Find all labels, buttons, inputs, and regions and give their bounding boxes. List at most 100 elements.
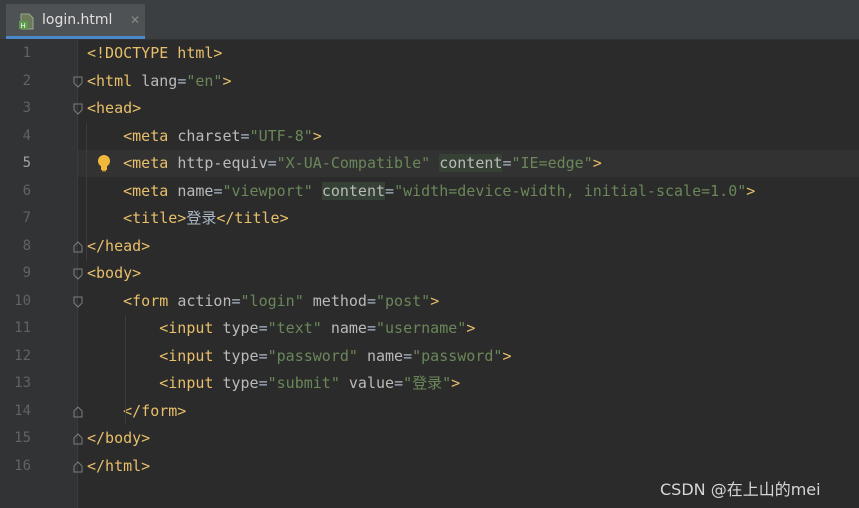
code-token: >	[466, 319, 476, 337]
code-line[interactable]: <input type="submit" value="登录">	[87, 370, 460, 397]
code-token: <meta	[123, 182, 178, 200]
indent-guide	[125, 315, 126, 425]
fold-marker-icon[interactable]	[73, 433, 83, 445]
code-token: lang	[141, 72, 178, 90]
intention-bulb-icon[interactable]	[96, 154, 112, 172]
code-token: type	[222, 374, 259, 392]
code-line[interactable]: <head>	[87, 95, 141, 122]
code-line[interactable]: </head>	[87, 233, 150, 260]
code-token: method	[312, 292, 367, 310]
line-number: 10	[14, 293, 31, 309]
fold-marker-icon[interactable]	[73, 76, 83, 88]
code-token: "text"	[267, 319, 322, 337]
code-line[interactable]: <meta name="viewport" content="width=dev…	[87, 178, 755, 205]
code-token: <meta	[123, 127, 178, 145]
code-token: =	[258, 347, 268, 365]
code-token: </html>	[87, 457, 151, 475]
code-token: <input	[159, 347, 223, 365]
code-token: "viewport"	[222, 182, 313, 200]
code-token: >	[312, 127, 322, 145]
code-token: value	[348, 374, 395, 392]
line-number: 8	[22, 238, 31, 254]
code-line[interactable]: </body>	[87, 425, 150, 452]
code-token: >	[430, 292, 440, 310]
fold-marker-icon[interactable]	[73, 406, 83, 418]
code-token: =	[258, 319, 268, 337]
code-token: >	[592, 154, 602, 172]
line-number: 13	[14, 375, 31, 391]
close-icon[interactable]: ✕	[130, 13, 140, 27]
code-token: "username"	[376, 319, 467, 337]
indent-guide	[86, 123, 87, 261]
code-line[interactable]: <meta http-equiv="X-UA-Compatible" conte…	[87, 150, 602, 177]
code-token: "password"	[412, 347, 503, 365]
code-token: charset	[177, 127, 241, 145]
code-token: "submit"	[267, 374, 340, 392]
code-token: =	[385, 182, 395, 200]
code-token: "IE=edge"	[511, 154, 593, 172]
code-token: =	[240, 127, 250, 145]
code-line[interactable]: <input type="password" name="password">	[87, 343, 511, 370]
code-line[interactable]: <html lang="en">	[87, 68, 232, 95]
fold-marker-icon[interactable]	[73, 103, 83, 115]
code-token: =	[403, 347, 413, 365]
code-line[interactable]: <!DOCTYPE html>	[87, 40, 222, 67]
code-token: "login"	[240, 292, 304, 310]
fold-marker-icon[interactable]	[73, 296, 83, 308]
line-number: 5	[22, 155, 31, 171]
tab-login-html[interactable]: H login.html ✕	[6, 4, 145, 39]
line-number: 9	[22, 265, 31, 281]
code-token: </head>	[87, 237, 151, 255]
code-line[interactable]: <form action="login" method="post">	[87, 288, 439, 315]
line-number: 1	[22, 45, 31, 61]
line-number: 6	[22, 183, 31, 199]
code-token: "password"	[267, 347, 358, 365]
code-token: =	[231, 292, 241, 310]
code-token: >	[746, 182, 756, 200]
fold-marker-icon[interactable]	[73, 461, 83, 473]
code-token: >	[502, 347, 512, 365]
fold-marker-icon[interactable]	[73, 241, 83, 253]
line-number: 3	[22, 100, 31, 116]
code-token: name	[177, 182, 214, 200]
code-token: "post"	[376, 292, 431, 310]
code-token: content	[439, 154, 503, 172]
code-token: <meta	[123, 154, 178, 172]
code-token: "en"	[186, 72, 223, 90]
code-token: >	[222, 72, 232, 90]
svg-text:H: H	[21, 22, 26, 30]
code-line[interactable]: <title>登录</title>	[87, 205, 289, 232]
code-line[interactable]: </form>	[87, 398, 186, 425]
line-number: 2	[22, 73, 31, 89]
code-token: </title>	[216, 209, 289, 227]
fold-marker-icon[interactable]	[73, 268, 83, 280]
code-token: content	[321, 182, 386, 200]
code-line[interactable]: <input type="text" name="username">	[87, 315, 475, 342]
code-token: =	[258, 374, 268, 392]
html-file-icon: H	[19, 13, 35, 30]
watermark: CSDN @在上山的mei	[660, 480, 821, 499]
code-token: =	[366, 319, 376, 337]
code-line[interactable]: <body>	[87, 260, 141, 287]
line-number: 4	[22, 128, 31, 144]
editor-tab-bar: H login.html ✕	[0, 0, 859, 40]
code-token: type	[222, 319, 259, 337]
code-line[interactable]: <meta charset="UTF-8">	[87, 123, 322, 150]
code-line[interactable]: </html>	[87, 453, 150, 480]
code-token: <input	[159, 319, 223, 337]
code-token: "UTF-8"	[249, 127, 313, 145]
line-number: 15	[14, 430, 31, 446]
line-number: 14	[14, 403, 31, 419]
code-token: =	[267, 154, 277, 172]
code-token: <title>	[123, 209, 187, 227]
